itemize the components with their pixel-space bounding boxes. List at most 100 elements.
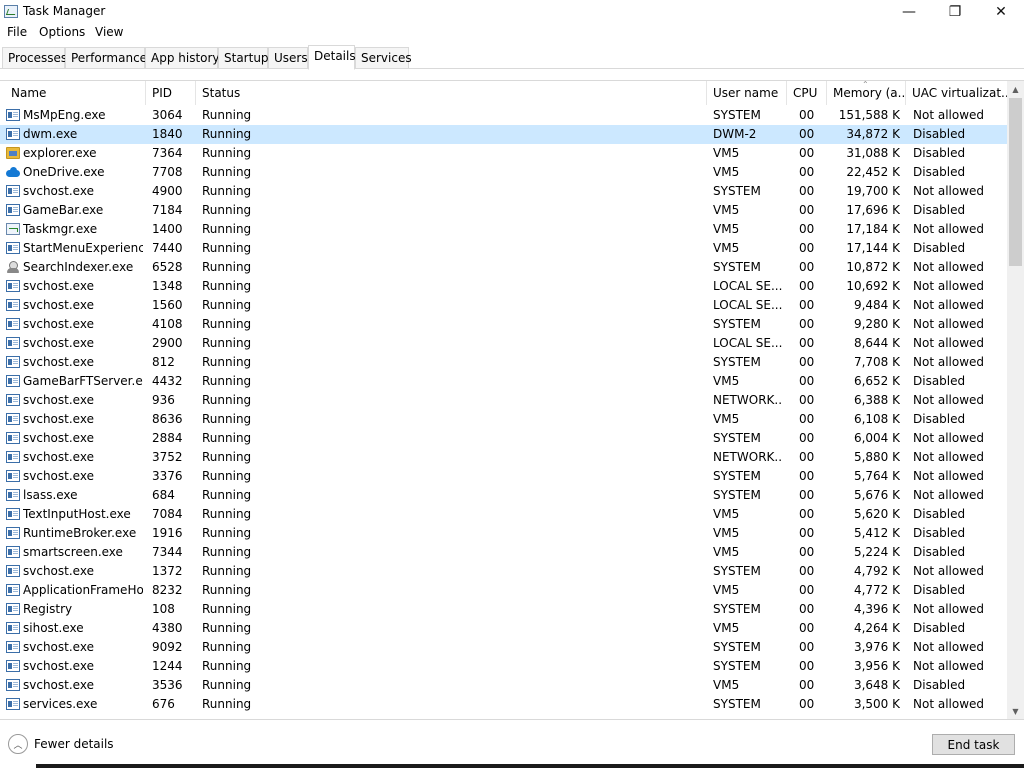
- column-header-status[interactable]: Status: [196, 81, 707, 105]
- vertical-scrollbar[interactable]: ▲ ▼: [1007, 81, 1024, 720]
- process-name: SearchIndexer.exe: [23, 260, 134, 274]
- column-header-name[interactable]: Name: [5, 81, 146, 105]
- table-row[interactable]: svchost.exe 1348 Running LOCAL SE... 00 10,69…: [0, 277, 1007, 296]
- tab-services[interactable]: Services: [355, 47, 412, 69]
- table-row[interactable]: TextInputHost.exe 7084 Running VM5 00 5,620 K…: [0, 505, 1007, 524]
- table-row[interactable]: svchost.exe 9092 Running SYSTEM 00 3,976 K Not…: [0, 638, 1007, 657]
- process-status: Running: [202, 279, 252, 293]
- table-row[interactable]: svchost.exe 3752 Running NETWORK... 00 5,880 …: [0, 448, 1007, 467]
- table-row[interactable]: smartscreen.exe 7344 Running VM5 00 5,224 K Di…: [0, 543, 1007, 562]
- process-cpu: 00: [799, 583, 815, 597]
- table-row[interactable]: svchost.exe 8636 Running VM5 00 6,108 K Disabl…: [0, 410, 1007, 429]
- table-row[interactable]: svchost.exe 3376 Running SYSTEM 00 5,764 K Not…: [0, 467, 1007, 486]
- table-row[interactable]: svchost.exe 1372 Running SYSTEM 00 4,792 K Not…: [0, 562, 1007, 581]
- table-row[interactable]: SearchIndexer.exe 6528 Running SYSTEM 00 10,8…: [0, 258, 1007, 277]
- process-name: svchost.exe: [23, 450, 94, 464]
- process-user-name: SYSTEM: [713, 108, 761, 122]
- scroll-down-arrow-icon[interactable]: ▼: [1007, 703, 1024, 720]
- fewer-details-link[interactable]: Fewer details: [34, 737, 114, 751]
- table-row[interactable]: svchost.exe 4108 Running SYSTEM 00 9,280 K Not…: [0, 315, 1007, 334]
- process-status: Running: [202, 241, 252, 255]
- table-row[interactable]: Taskmgr.exe 1400 Running VM5 00 17,184 K Not a…: [0, 220, 1007, 239]
- end-task-button[interactable]: End task: [932, 734, 1015, 755]
- table-row[interactable]: svchost.exe 936 Running NETWORK... 00 6,388 K…: [0, 391, 1007, 410]
- process-status: Running: [202, 412, 252, 426]
- table-row[interactable]: GameBar.exe 7184 Running VM5 00 17,696 K Disab…: [0, 201, 1007, 220]
- process-memory: 5,764 K: [853, 469, 900, 483]
- table-row[interactable]: Registry 108 Running SYSTEM 00 4,396 K Not all…: [0, 600, 1007, 619]
- restore-button[interactable]: ❐: [932, 0, 978, 24]
- table-row[interactable]: svchost.exe 1244 Running SYSTEM 00 3,956 K Not…: [0, 657, 1007, 676]
- table-row[interactable]: StartMenuExperienc... 7440 Running VM5 00 17,…: [0, 239, 1007, 258]
- window-process-icon: [6, 489, 20, 501]
- table-row[interactable]: svchost.exe 2900 Running LOCAL SE... 00 8,644…: [0, 334, 1007, 353]
- tab-app-history[interactable]: App history: [145, 47, 220, 69]
- table-row[interactable]: svchost.exe 1560 Running LOCAL SE... 00 9,484…: [0, 296, 1007, 315]
- process-uac-virtualization: Not allowed: [913, 697, 985, 711]
- tab-details[interactable]: Details: [308, 45, 356, 70]
- process-memory: 4,772 K: [853, 583, 900, 597]
- process-cpu: 00: [799, 488, 815, 502]
- process-memory: 7,708 K: [853, 355, 900, 369]
- process-pid: 7364: [152, 146, 183, 160]
- window-process-icon: [6, 356, 20, 368]
- process-uac-virtualization: Not allowed: [913, 488, 985, 502]
- window-process-icon: [6, 451, 20, 463]
- column-header-cpu[interactable]: CPU: [787, 81, 827, 105]
- title-bar[interactable]: Task Manager — ❐ ✕: [0, 0, 1024, 24]
- process-user-name: SYSTEM: [713, 640, 761, 654]
- window-process-icon: [6, 660, 20, 672]
- process-memory: 6,652 K: [853, 374, 900, 388]
- table-row[interactable]: lsass.exe 684 Running SYSTEM 00 5,676 K Not al…: [0, 486, 1007, 505]
- chevron-up-icon[interactable]: ︿: [8, 734, 28, 754]
- table-row[interactable]: MsMpEng.exe 3064 Running SYSTEM 00 151,588 K N…: [0, 106, 1007, 125]
- tab-processes[interactable]: Processes: [2, 47, 67, 69]
- table-row[interactable]: OneDrive.exe 7708 Running VM5 00 22,452 K Disa…: [0, 163, 1007, 182]
- process-memory: 6,004 K: [853, 431, 900, 445]
- process-pid: 812: [152, 355, 175, 369]
- table-row[interactable]: svchost.exe 812 Running SYSTEM 00 7,708 K Not …: [0, 353, 1007, 372]
- column-header-uac-virtualization[interactable]: UAC virtualizat...: [906, 81, 1007, 105]
- table-row[interactable]: ApplicationFrameHo... 8232 Running VM5 00 4,7…: [0, 581, 1007, 600]
- process-pid: 684: [152, 488, 175, 502]
- process-memory: 4,792 K: [853, 564, 900, 578]
- process-memory: 17,696 K: [846, 203, 900, 217]
- process-cpu: 00: [799, 545, 815, 559]
- table-row[interactable]: services.exe 676 Running SYSTEM 00 3,500 K Not…: [0, 695, 1007, 714]
- process-cpu: 00: [799, 431, 815, 445]
- process-memory: 22,452 K: [846, 165, 900, 179]
- tab-performance[interactable]: Performance: [65, 47, 147, 69]
- process-cpu: 00: [799, 374, 815, 388]
- process-status: Running: [202, 184, 252, 198]
- minimize-button[interactable]: —: [886, 0, 932, 24]
- scroll-up-arrow-icon[interactable]: ▲: [1007, 81, 1024, 98]
- menu-options[interactable]: Options: [39, 25, 85, 39]
- scrollbar-thumb[interactable]: [1009, 98, 1022, 266]
- table-row[interactable]: svchost.exe 3536 Running VM5 00 3,648 K Disabl…: [0, 676, 1007, 695]
- table-row[interactable]: GameBarFTServer.exe 4432 Running VM5 00 6,652…: [0, 372, 1007, 391]
- tab-users[interactable]: Users: [268, 47, 308, 69]
- table-row[interactable]: sihost.exe 4380 Running VM5 00 4,264 K Disable…: [0, 619, 1007, 638]
- table-row[interactable]: svchost.exe 4900 Running SYSTEM 00 19,700 K No…: [0, 182, 1007, 201]
- menu-view[interactable]: View: [95, 25, 123, 39]
- table-row[interactable]: explorer.exe 7364 Running VM5 00 31,088 K Disa…: [0, 144, 1007, 163]
- table-row[interactable]: RuntimeBroker.exe 1916 Running VM5 00 5,412 K…: [0, 524, 1007, 543]
- column-header-pid[interactable]: PID: [146, 81, 196, 105]
- menu-file[interactable]: File: [7, 25, 27, 39]
- tab-startup[interactable]: Startup: [218, 47, 269, 69]
- process-memory: 34,872 K: [846, 127, 900, 141]
- process-user-name: SYSTEM: [713, 431, 761, 445]
- process-memory: 5,412 K: [853, 526, 900, 540]
- process-uac-virtualization: Disabled: [913, 165, 966, 179]
- process-pid: 3064: [152, 108, 183, 122]
- close-button[interactable]: ✕: [978, 0, 1024, 24]
- table-row[interactable]: dwm.exe 1840 Running DWM-2 00 34,872 K Disable…: [0, 125, 1007, 144]
- window-process-icon: [6, 679, 20, 691]
- column-header-user-name[interactable]: User name: [707, 81, 787, 105]
- process-cpu: 00: [799, 526, 815, 540]
- window-process-icon: [6, 603, 20, 615]
- window-title: Task Manager: [23, 4, 106, 18]
- table-row[interactable]: svchost.exe 2884 Running SYSTEM 00 6,004 K Not…: [0, 429, 1007, 448]
- process-name: svchost.exe: [23, 298, 94, 312]
- process-pid: 4432: [152, 374, 183, 388]
